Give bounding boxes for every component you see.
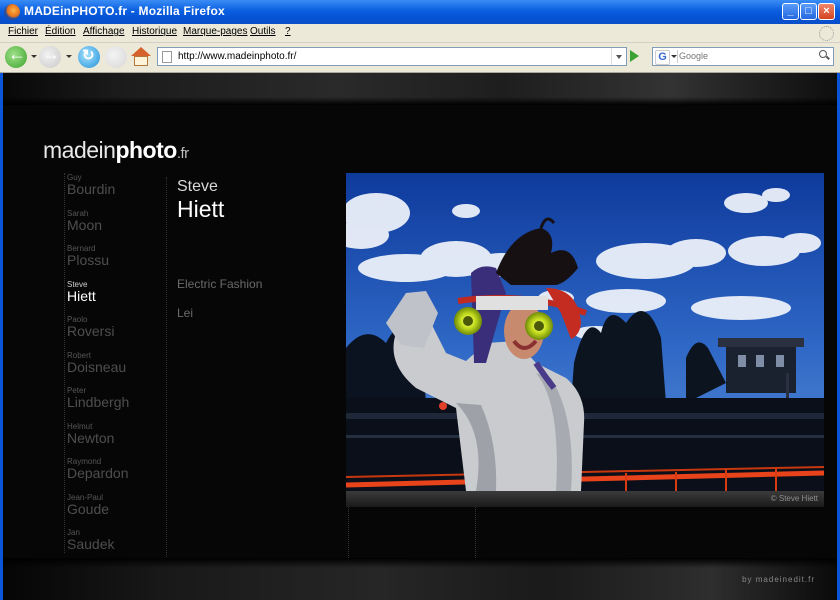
go-icon[interactable] <box>630 50 639 62</box>
throbber-icon <box>819 26 834 41</box>
selected-photographer-first-name: Steve <box>177 178 218 195</box>
photo-credit: © Steve Hiett <box>770 494 818 503</box>
stop-icon[interactable] <box>105 46 127 68</box>
photographer-item[interactable]: Paolo Roversi <box>67 315 163 351</box>
minimize-button[interactable]: _ <box>782 3 799 20</box>
url-text[interactable]: http://www.madeinphoto.fr/ <box>178 51 296 62</box>
menu-fichier[interactable]: Fichier <box>8 26 38 37</box>
menu-bar: Fichier Édition Affichage Historique Mar… <box>0 24 840 43</box>
back-arrow-icon[interactable] <box>5 44 27 68</box>
featured-photo[interactable] <box>346 173 824 491</box>
close-button[interactable]: × <box>818 3 835 20</box>
series-link-lei[interactable]: Lei <box>177 306 193 320</box>
title-bar: MADEinPHOTO.fr - Mozilla Firefox _ □ × <box>0 0 840 24</box>
menu-help[interactable]: ? <box>285 26 291 37</box>
search-icon[interactable] <box>819 50 829 60</box>
window-title: MADEinPHOTO.fr - Mozilla Firefox <box>24 4 225 18</box>
menu-historique[interactable]: Historique <box>132 26 177 37</box>
photographer-list: Guy Bourdin Sarah Moon Bernard Plossu Steve… <box>67 173 163 564</box>
url-dropdown-icon[interactable] <box>611 48 626 65</box>
photographer-item-active[interactable]: Steve Hiett <box>67 280 163 316</box>
search-input[interactable] <box>679 49 809 63</box>
firefox-icon <box>4 4 20 20</box>
photographer-item[interactable]: Jean-Paul Goude <box>67 493 163 529</box>
selected-photographer-last-name: Hiett <box>177 196 225 222</box>
photographer-item[interactable]: Robert Doisneau <box>67 351 163 387</box>
back-dropdown-icon[interactable] <box>31 55 37 58</box>
photographer-item[interactable]: Raymond Depardon <box>67 457 163 493</box>
forward-dropdown-icon[interactable] <box>66 55 72 58</box>
address-bar[interactable]: http://www.madeinphoto.fr/ <box>157 47 627 66</box>
footer-band: by madeinedit.fr <box>3 558 837 600</box>
forward-arrow-icon[interactable] <box>39 44 61 68</box>
search-box[interactable]: G <box>652 47 834 66</box>
maximize-button[interactable]: □ <box>800 3 817 20</box>
reload-icon[interactable] <box>78 46 100 68</box>
footer-credit[interactable]: by madeinedit.fr <box>742 575 815 584</box>
photo-caption-bar: © Steve Hiett <box>346 491 824 507</box>
site-logo[interactable]: madeinphoto.fr <box>43 137 189 164</box>
window-border-left <box>0 73 3 600</box>
menu-marque-pages[interactable]: Marque-pages <box>183 26 247 37</box>
series-link-electric-fashion[interactable]: Electric Fashion <box>177 277 262 291</box>
header-band <box>3 73 837 105</box>
home-icon[interactable] <box>131 47 151 67</box>
menu-outils[interactable]: Outils <box>250 26 276 37</box>
page-viewport: madeinphoto.fr Guy Bourdin Sarah Moon Bern… <box>0 73 840 600</box>
photographer-item[interactable]: Guy Bourdin <box>67 173 163 209</box>
photographer-item[interactable]: Bernard Plossu <box>67 244 163 280</box>
photographer-item[interactable]: Peter Lindbergh <box>67 386 163 422</box>
menu-edition[interactable]: Édition <box>45 26 76 37</box>
google-icon[interactable]: G <box>655 50 670 65</box>
page-stage: madeinphoto.fr Guy Bourdin Sarah Moon Bern… <box>3 105 837 558</box>
photographer-item[interactable]: Sarah Moon <box>67 209 163 245</box>
page-icon <box>162 51 172 63</box>
menu-affichage[interactable]: Affichage <box>83 26 125 37</box>
photographer-item[interactable]: Helmut Newton <box>67 422 163 458</box>
